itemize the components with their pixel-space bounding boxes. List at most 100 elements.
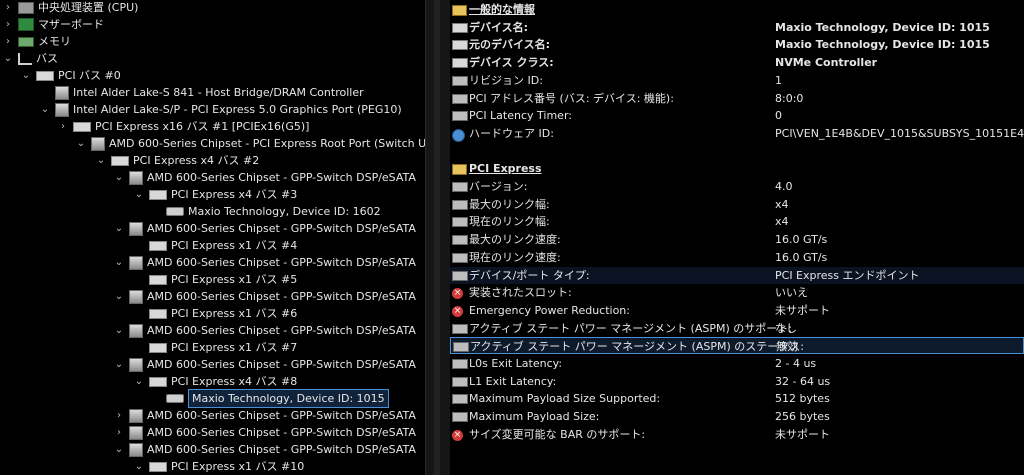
tree-item[interactable]: PCI Express x1 バス #6 xyxy=(133,305,297,322)
collapse-chevron-icon[interactable]: ⌄ xyxy=(2,50,14,67)
property-row[interactable]: デバイス/ポート タイプ: PCI Express エンドポイント xyxy=(450,266,1024,284)
collapse-chevron-icon[interactable]: ⌄ xyxy=(20,67,32,84)
property-section-header[interactable]: 一般的な情報 xyxy=(450,1,1024,18)
tree-item[interactable]: Maxio Technology, Device ID: 1602 xyxy=(150,203,381,220)
property-row[interactable]: PCI Latency Timer: 0 xyxy=(450,107,1024,124)
expand-chevron-icon[interactable]: › xyxy=(113,424,125,441)
collapse-chevron-icon[interactable]: ⌄ xyxy=(113,441,125,458)
tree-item[interactable]: ⌄ PCI Express x4 バス #3 xyxy=(133,186,297,203)
collapse-chevron-icon[interactable]: ⌄ xyxy=(133,186,145,203)
panel-splitter[interactable] xyxy=(425,0,451,475)
property-row[interactable]: × サイズ変更可能な BAR のサポート: 未サポート xyxy=(450,426,1024,443)
splitter-grip[interactable] xyxy=(434,0,440,475)
property-row[interactable]: ハードウェア ID: PCI\VEN_1E4B&DEV_1015&SUBSYS_1… xyxy=(450,125,1024,142)
tree-item[interactable]: ⌄ PCI Express x4 バス #8 xyxy=(133,373,297,390)
tree-item[interactable]: ⌄ AMD 600-Series Chipset - PCI Express Ro… xyxy=(75,135,425,152)
property-value: 16.0 GT/s xyxy=(775,250,828,264)
property-row[interactable]: 現在のリンク幅: x4 xyxy=(450,213,1024,230)
tree-item-label: PCI Express x4 バス #2 xyxy=(133,154,260,167)
tree-item[interactable]: ⌄ AMD 600-Series Chipset - GPP-Switch DSP… xyxy=(113,356,416,373)
tree-item[interactable]: ⌄ AMD 600-Series Chipset - GPP-Switch DSP… xyxy=(113,288,416,305)
tree-item[interactable]: Maxio Technology, Device ID: 1015 xyxy=(150,389,389,408)
tree-item[interactable]: Intel Alder Lake-S 841 - Host Bridge/DRA… xyxy=(39,84,364,101)
property-row[interactable]: 最大のリンク速度: 16.0 GT/s xyxy=(450,231,1024,248)
property-row[interactable]: L1 Exit Latency: 32 - 64 us xyxy=(450,373,1024,390)
error-icon: × xyxy=(452,305,463,317)
expand-chevron-icon[interactable]: › xyxy=(2,33,14,50)
tree-item[interactable]: › AMD 600-Series Chipset - GPP-Switch DSP… xyxy=(113,407,416,424)
property-row[interactable]: 最大のリンク幅: x4 xyxy=(450,196,1024,213)
device-icon xyxy=(453,342,469,353)
tree-item-label: Maxio Technology, Device ID: 1602 xyxy=(188,205,381,218)
pci-bus-icon xyxy=(149,308,167,319)
property-row[interactable]: × Emergency Power Reduction: 未サポート xyxy=(450,302,1024,319)
device-icon xyxy=(452,75,468,86)
property-row[interactable]: デバイス クラス: NVMe Controller xyxy=(450,54,1024,71)
tree-item[interactable]: › AMD 600-Series Chipset - GPP-Switch DSP… xyxy=(113,424,416,441)
tree-item[interactable]: › 中央処理装置 (CPU) xyxy=(2,0,138,16)
property-row[interactable]: × 実装されたスロット: いいえ xyxy=(450,284,1024,301)
property-value: 32 - 64 us xyxy=(775,374,831,388)
property-row[interactable]: Maximum Payload Size: 256 bytes xyxy=(450,408,1024,425)
tree-item-label: AMD 600-Series Chipset - GPP-Switch DSP/… xyxy=(147,222,416,235)
bus-icon xyxy=(18,52,32,65)
tree-item-label: PCI Express x1 バス #7 xyxy=(171,341,298,354)
tree-item[interactable]: ⌄ AMD 600-Series Chipset - GPP-Switch DSP… xyxy=(113,220,416,237)
tree-item[interactable]: ⌄ AMD 600-Series Chipset - GPP-Switch DSP… xyxy=(113,322,416,339)
tree-item[interactable]: › マザーボード xyxy=(2,16,104,33)
tree-item[interactable]: ⌄ PCI Express x4 バス #2 xyxy=(95,152,259,169)
property-row[interactable]: アクティブ ステート パワー マネージメント (ASPM) のサポート: なし xyxy=(450,320,1024,337)
collapse-chevron-icon[interactable]: ⌄ xyxy=(133,373,145,390)
property-row[interactable]: L0s Exit Latency: 2 - 4 us xyxy=(450,355,1024,372)
device-icon xyxy=(129,323,143,338)
tree-item-label: AMD 600-Series Chipset - GPP-Switch DSP/… xyxy=(147,290,416,303)
tree-item[interactable]: ⌄ Intel Alder Lake-S/P - PCI Express 5.0 … xyxy=(39,101,402,118)
expand-chevron-icon[interactable]: › xyxy=(113,407,125,424)
tree-item[interactable]: ⌄ AMD 600-Series Chipset - GPP-Switch DSP… xyxy=(113,254,416,271)
collapse-chevron-icon[interactable]: ⌄ xyxy=(95,152,107,169)
property-section-header[interactable]: PCI Express xyxy=(450,160,1024,177)
collapse-chevron-icon[interactable]: ⌄ xyxy=(113,356,125,373)
expand-chevron-icon[interactable]: › xyxy=(2,0,14,16)
tree-item[interactable]: › メモリ xyxy=(2,33,71,50)
property-row[interactable]: 現在のリンク速度: 16.0 GT/s xyxy=(450,249,1024,266)
property-value: NVMe Controller xyxy=(775,56,878,70)
tree-item[interactable]: PCI Express x1 バス #4 xyxy=(133,237,297,254)
property-row[interactable]: アクティブ ステート パワー マネージメント (ASPM) のステータス: 無効 xyxy=(450,337,1024,355)
expand-chevron-icon[interactable]: › xyxy=(2,16,14,33)
tree-item[interactable]: ⌄ バス xyxy=(2,50,58,67)
error-icon: × xyxy=(452,288,463,300)
expand-chevron-icon[interactable]: › xyxy=(57,118,69,135)
collapse-chevron-icon[interactable]: ⌄ xyxy=(113,288,125,305)
tree-item[interactable]: ⌄ AMD 600-Series Chipset - GPP-Switch DSP… xyxy=(113,441,416,458)
property-row[interactable]: 元のデバイス名: Maxio Technology, Device ID: 101… xyxy=(450,36,1024,53)
device-icon xyxy=(452,376,468,387)
property-row[interactable]: PCI アドレス番号 (バス: デバイス: 機能): 8:0:0 xyxy=(450,90,1024,107)
property-row[interactable]: デバイス名: Maxio Technology, Device ID: 1015 xyxy=(450,19,1024,36)
property-value: 256 bytes xyxy=(775,410,830,424)
device-tree-panel: › 中央処理装置 (CPU) › マザーボード › メモリ ⌄ バス ⌄ PCI バス #0 Int… xyxy=(0,0,425,475)
tree-item[interactable]: ⌄ PCI Express x1 バス #10 xyxy=(133,458,304,475)
collapse-chevron-icon[interactable]: ⌄ xyxy=(133,458,145,475)
property-row[interactable]: バージョン: 4.0 xyxy=(450,178,1024,195)
device-icon xyxy=(452,111,468,122)
tree-item[interactable]: ⌄ PCI バス #0 xyxy=(20,67,121,84)
tree-item[interactable]: PCI Express x1 バス #7 xyxy=(133,339,297,356)
tree-item[interactable]: PCI Express x1 バス #5 xyxy=(133,271,297,288)
tree-item[interactable]: ⌄ AMD 600-Series Chipset - GPP-Switch DSP… xyxy=(113,169,416,186)
gear-icon xyxy=(452,128,465,142)
property-row[interactable]: Maximum Payload Size Supported: 512 bytes xyxy=(450,390,1024,407)
collapse-chevron-icon[interactable]: ⌄ xyxy=(39,101,51,118)
drive-icon xyxy=(166,207,184,216)
collapse-chevron-icon[interactable]: ⌄ xyxy=(113,322,125,339)
device-icon xyxy=(129,357,143,372)
collapse-chevron-icon[interactable]: ⌄ xyxy=(113,220,125,237)
collapse-chevron-icon[interactable]: ⌄ xyxy=(75,135,87,152)
tree-item-label: PCI Express x1 バス #10 xyxy=(171,460,305,473)
collapse-chevron-icon[interactable]: ⌄ xyxy=(113,169,125,186)
tree-item[interactable]: › PCI Express x16 バス #1 [PCIEx16(G5)] xyxy=(57,118,309,135)
property-name: PCI Express xyxy=(469,162,542,176)
collapse-chevron-icon[interactable]: ⌄ xyxy=(113,254,125,271)
property-row[interactable]: リビジョン ID: 1 xyxy=(450,72,1024,89)
property-value: Maxio Technology, Device ID: 1015 xyxy=(775,38,990,52)
